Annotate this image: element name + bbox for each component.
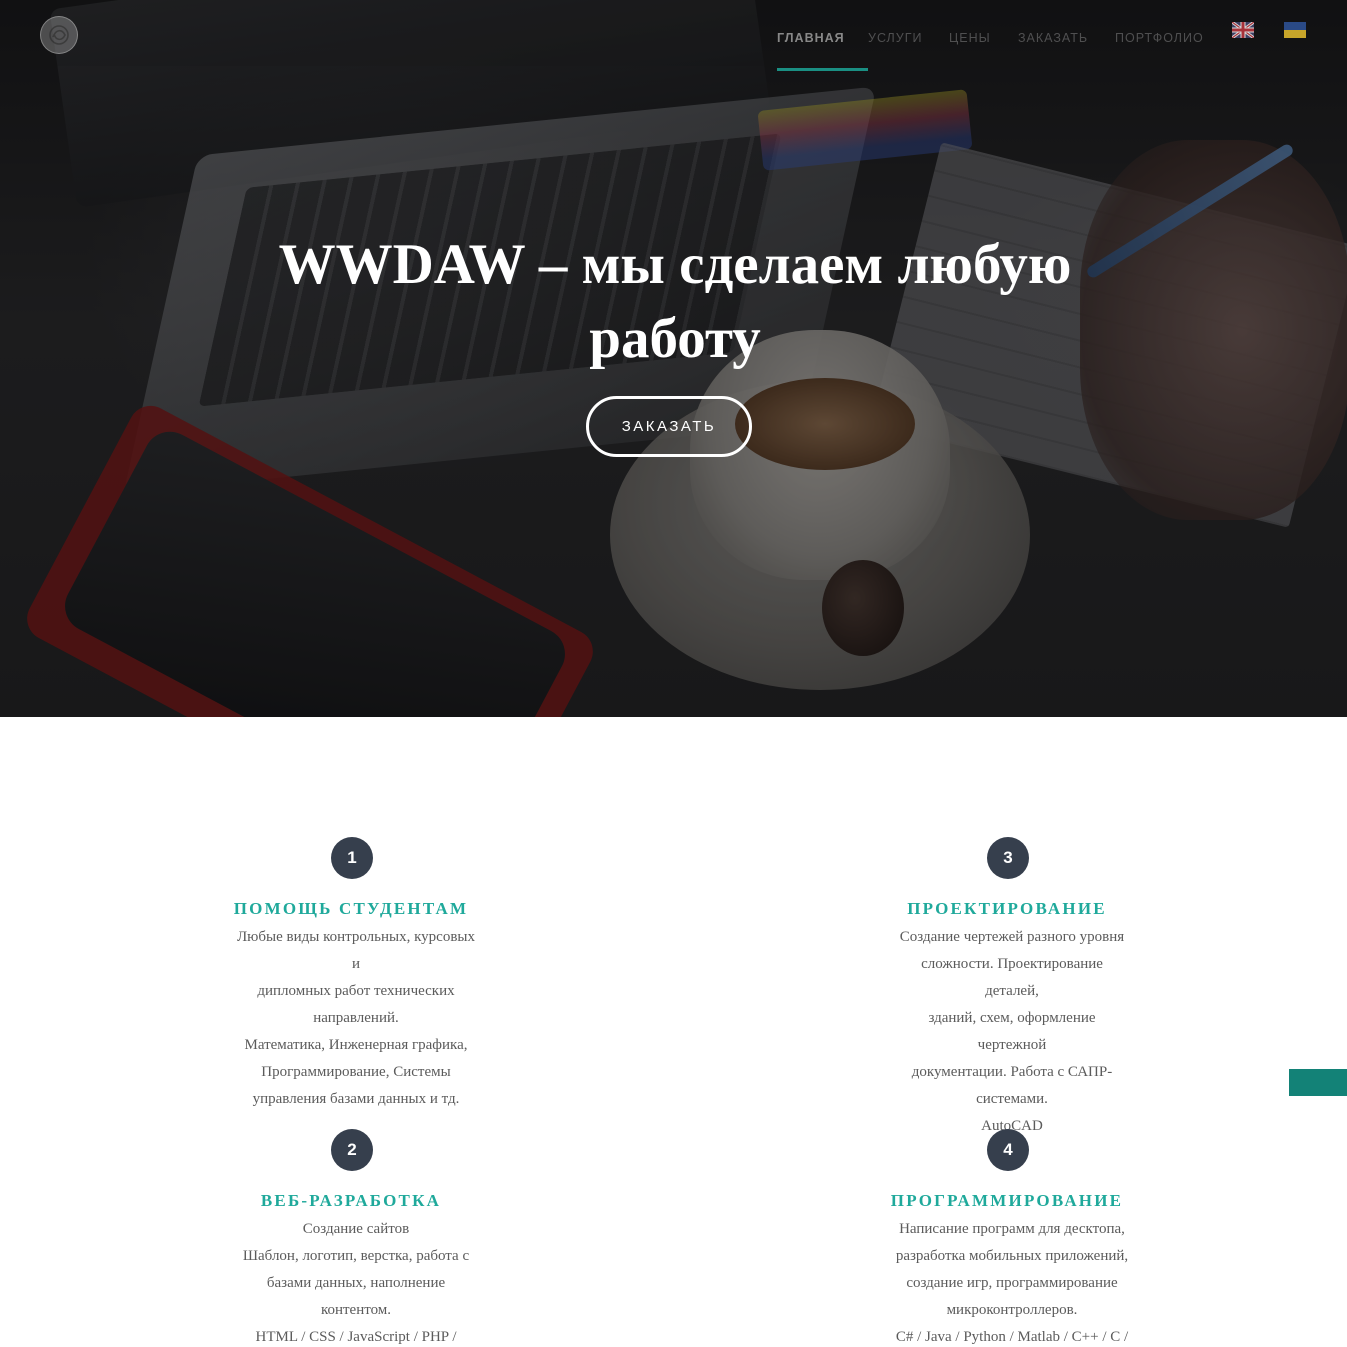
service-text-line: зданий, схем, оформление чертежной [928, 1010, 1096, 1053]
nav-item-portfolio[interactable]: ПОРТФОЛИО [1115, 30, 1215, 70]
ua-flag-icon[interactable] [1284, 22, 1306, 38]
service-text-line: базами данных, наполнение [266, 1275, 446, 1291]
side-contact-tab[interactable] [1289, 1069, 1347, 1096]
service-card-design: 3 ПРОЕКТИРОВАНИЕ Создание чертежей разно… [857, 837, 1157, 1140]
service-text-line: системами. [976, 1091, 1048, 1107]
service-text-line: создание игр, программирование [906, 1275, 1118, 1291]
nav-item-prices[interactable]: ЦЕНЫ [949, 30, 1018, 70]
nav-menu: ГЛАВНАЯ УСЛУГИ ЦЕНЫ ЗАКАЗАТЬ ПОРТФОЛИО [777, 30, 1215, 71]
service-description: Любые виды контрольных, курсовых и дипло… [211, 924, 501, 1113]
site-logo[interactable] [40, 16, 78, 54]
service-card-web: 2 ВЕБ-РАЗРАБОТКА Создание сайтов Шаблон,… [201, 1129, 501, 1347]
hero-title-line-1: WWDAW – мы сделаем любую [278, 233, 1072, 296]
nav-item-services[interactable]: УСЛУГИ [868, 30, 949, 70]
top-navbar: ГЛАВНАЯ УСЛУГИ ЦЕНЫ ЗАКАЗАТЬ ПОРТФОЛИО [0, 0, 1347, 71]
service-title: ПРОЕКТИРОВАНИЕ [907, 899, 1107, 918]
service-text-line: контентом. [320, 1302, 392, 1318]
service-text-line: дипломных работ технических [257, 983, 455, 999]
service-text-line: направлений. [313, 1010, 399, 1026]
service-text-line: управления базами данных и тд. [252, 1091, 460, 1107]
hero-title: WWDAW – мы сделаем любую работу [260, 228, 1090, 376]
service-title: ВЕБ-РАЗРАБОТКА [260, 1191, 442, 1210]
service-card-programming: 4 ПРОГРАММИРОВАНИЕ Написание программ дл… [857, 1129, 1157, 1347]
service-number-badge: 4 [987, 1129, 1029, 1171]
service-text-line: Создание чертежей разного уровня [899, 929, 1125, 945]
service-number-badge: 1 [331, 837, 373, 879]
service-text-line: Математика, Инженерная графика, [244, 1037, 468, 1053]
service-text-line: Написание программ для десктопа, [899, 1221, 1125, 1237]
service-number-badge: 3 [987, 837, 1029, 879]
service-description: Создание сайтов Шаблон, логотип, верстка… [211, 1216, 501, 1347]
service-text-line: микроконтроллеров. [946, 1302, 1078, 1318]
service-text-line: сложности. Проектирование деталей, [921, 956, 1103, 999]
service-text-line: Программирование, Системы [261, 1064, 451, 1080]
service-text-line: Создание сайтов [302, 1221, 410, 1237]
hero-title-line-2: работу [589, 307, 761, 370]
service-description: Написание программ для десктопа, разрабо… [867, 1216, 1157, 1347]
service-text-line: C# / Java / Python / Matlab / C++ / C / [895, 1329, 1129, 1345]
uk-flag-icon[interactable] [1231, 20, 1255, 40]
service-title: ПОМОЩЬ СТУДЕНТАМ [233, 899, 469, 918]
nav-item-home[interactable]: ГЛАВНАЯ [777, 30, 868, 71]
nav-item-order[interactable]: ЗАКАЗАТЬ [1018, 30, 1115, 70]
service-description: Создание чертежей разного уровня сложнос… [867, 924, 1157, 1140]
service-text-line: разработка мобильных приложений, [895, 1248, 1129, 1264]
logo-icon [49, 25, 69, 45]
order-button[interactable]: ЗАКАЗАТЬ [586, 396, 752, 457]
service-title: ПРОГРАММИРОВАНИЕ [890, 1191, 1124, 1210]
hero-section: WWDAW – мы сделаем любую работу ЗАКАЗАТЬ [0, 0, 1347, 717]
service-number-badge: 2 [331, 1129, 373, 1171]
service-text-line: Любые виды контрольных, курсовых и [237, 929, 475, 972]
service-text-line: Шаблон, логотип, верстка, работа с [242, 1248, 470, 1264]
service-text-line: документации. Работа с САПР- [911, 1064, 1113, 1080]
service-card-students: 1 ПОМОЩЬ СТУДЕНТАМ Любые виды контрольны… [201, 837, 501, 1113]
service-text-line: HTML / CSS / JavaScript / PHP / MySql [255, 1329, 457, 1345]
